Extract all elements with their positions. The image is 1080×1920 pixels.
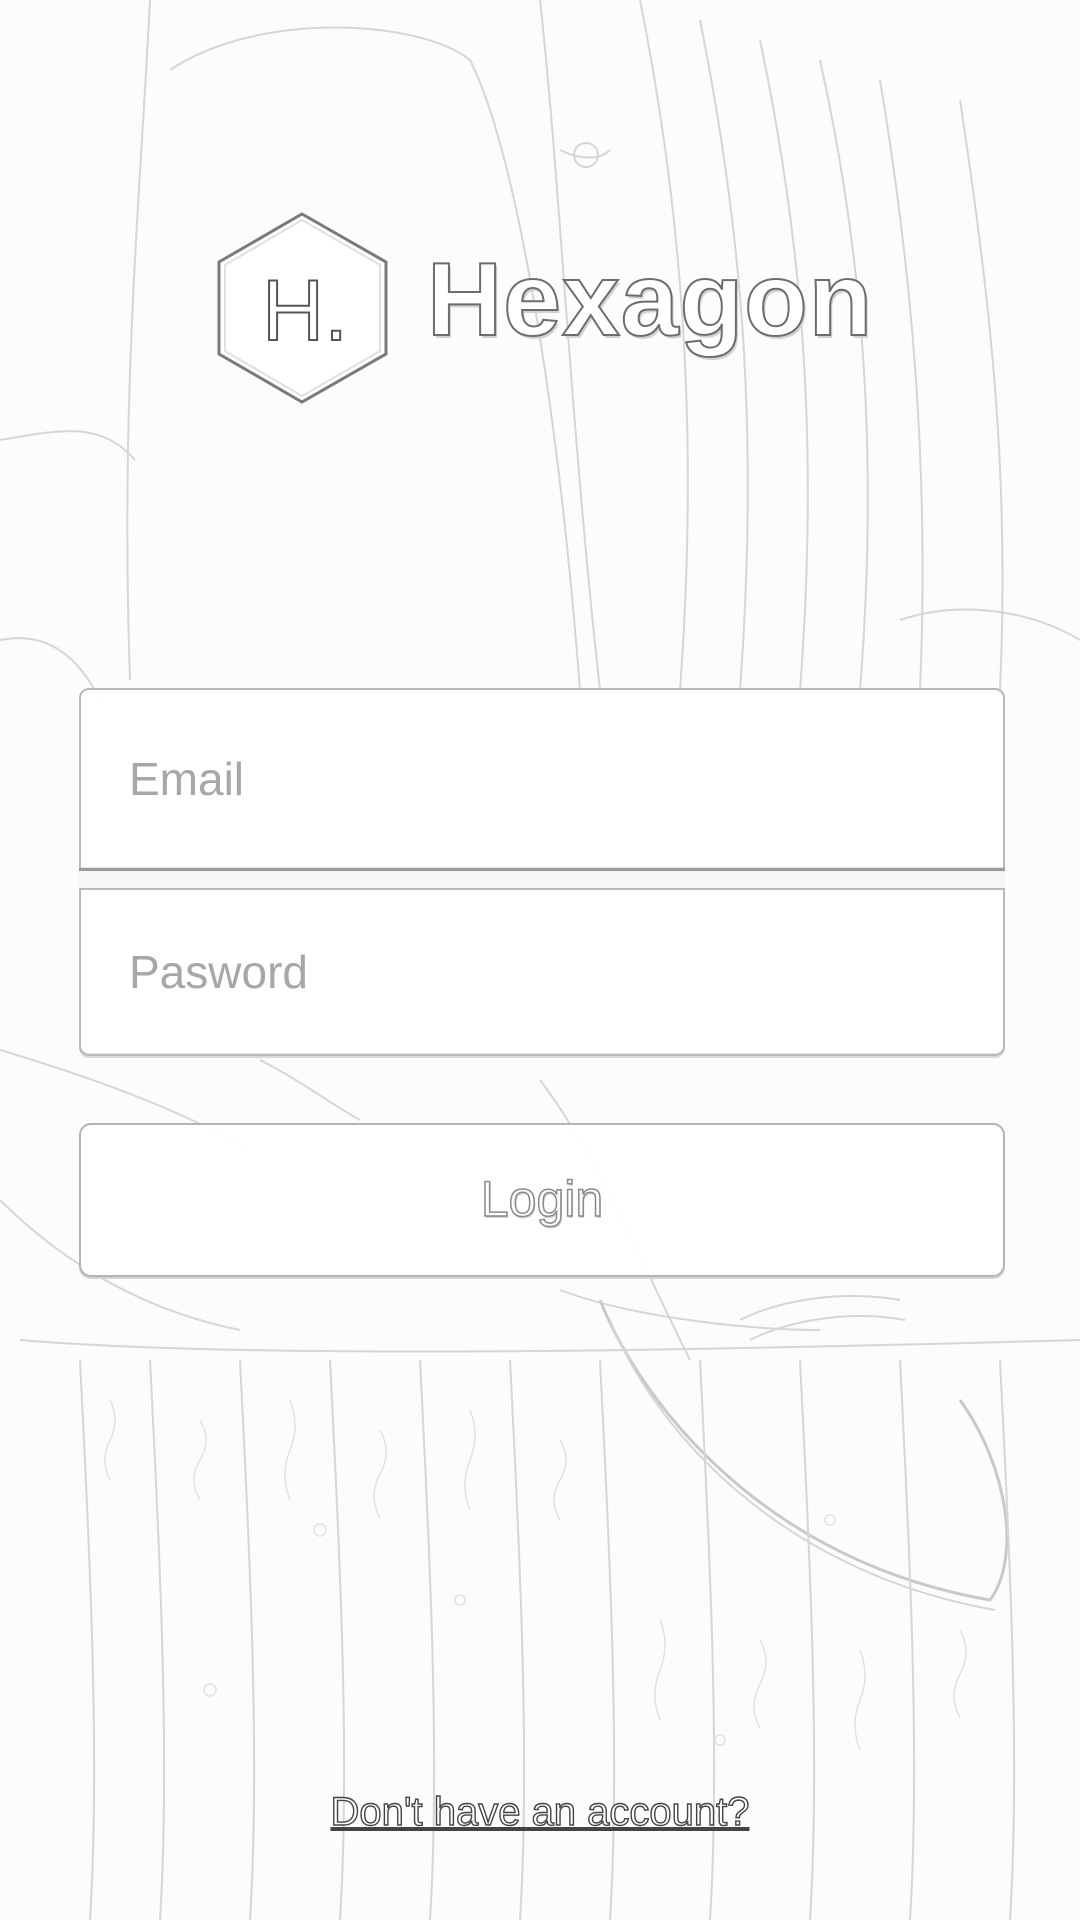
login-button[interactable]: Login [79,1123,1005,1277]
email-field-container [79,688,1005,870]
login-screen: H. Hexagon Login Don't have an account? [0,0,1080,1920]
password-input[interactable] [129,890,969,1054]
hexagon-logo-icon: H. [217,212,388,404]
logo-letter: H. [262,263,348,359]
password-field-container [79,888,1005,1056]
app-name: Hexagon [426,242,874,358]
login-button-label: Login [480,1170,604,1228]
signup-link-container: Don't have an account? [0,1789,1080,1835]
brand-header: H. Hexagon [215,210,875,405]
email-input[interactable] [129,690,969,868]
signup-link[interactable]: Don't have an account? [330,1789,750,1834]
